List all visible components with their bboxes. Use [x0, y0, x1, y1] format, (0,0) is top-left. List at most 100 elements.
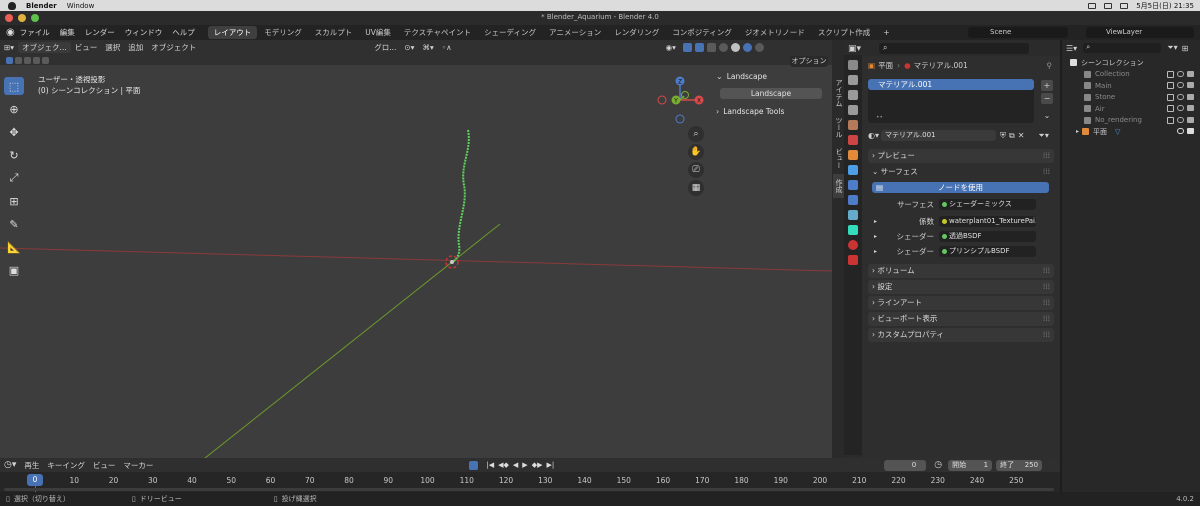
rotate-tool-icon[interactable]: ↻ — [4, 146, 24, 164]
navigation-gizmo[interactable]: Z X Y — [655, 75, 705, 125]
expand-triangle-icon[interactable]: ▸ — [874, 218, 884, 225]
rendered-shading-icon[interactable] — [754, 43, 764, 52]
fake-user-icon[interactable]: ⛨ — [1000, 131, 1006, 141]
add-slot-button[interactable]: + — [1041, 80, 1053, 91]
menu-object[interactable]: オブジェクト — [147, 42, 200, 53]
exclude-checkbox[interactable] — [1167, 82, 1174, 89]
perspective-grid-icon[interactable]: ▦ — [688, 180, 704, 196]
measure-tool-icon[interactable]: 📐 — [4, 238, 24, 256]
select-extend-icon[interactable] — [15, 56, 22, 64]
exclude-checkbox[interactable] — [1167, 105, 1174, 112]
outliner-item[interactable]: Collection — [1062, 69, 1200, 81]
list-resize-grip-icon[interactable]: •• — [876, 114, 883, 121]
material-shading-icon[interactable] — [742, 43, 752, 52]
fac-input-field[interactable]: waterplant01_TexturePai... — [939, 215, 1036, 227]
tab-geometry-nodes[interactable]: ジオメトリノード — [739, 26, 811, 39]
exclude-checkbox[interactable] — [1167, 93, 1174, 101]
menu-keying[interactable]: キーイング — [43, 460, 89, 471]
tab-uv-editing[interactable]: UV編集 — [359, 26, 397, 39]
scene-tab-icon[interactable] — [848, 120, 858, 130]
filter-icon[interactable]: ⏷▾ — [1167, 43, 1177, 53]
section-preview[interactable]: › プレビュー ⁞⁞⁞ — [868, 149, 1054, 163]
mesh-data-icon[interactable]: ▽ — [1115, 128, 1120, 136]
overlay-icon[interactable] — [694, 43, 704, 52]
gizmo-icon[interactable] — [682, 43, 692, 52]
view-layer-selector[interactable]: ViewLayer — [1086, 27, 1194, 38]
exclude-checkbox[interactable] — [1167, 70, 1174, 78]
select-invert-icon[interactable] — [33, 56, 40, 64]
expand-triangle-icon[interactable]: ▸ — [874, 248, 884, 255]
outliner-item[interactable]: No_rendering — [1062, 115, 1200, 127]
section-volume[interactable]: › ボリューム ⁞⁞⁞ — [868, 264, 1054, 278]
stopwatch-icon[interactable]: ◷ — [934, 460, 942, 470]
filter-icon[interactable]: ⏷▾ — [1038, 131, 1048, 141]
apple-icon[interactable] — [8, 1, 16, 10]
shader2-field[interactable]: プリンシプルBSDF — [939, 245, 1036, 257]
snap-icon[interactable]: ⌘▾ — [418, 43, 437, 52]
pan-hand-icon[interactable]: ✋ — [688, 144, 704, 160]
surface-shader-field[interactable]: シェーダーミックス — [939, 198, 1036, 210]
expand-triangle-icon[interactable]: ▸ — [1076, 128, 1079, 135]
cursor-tool-icon[interactable]: ⊕ — [4, 100, 24, 118]
tab-modeling[interactable]: モデリング — [258, 26, 308, 39]
visibility-icon[interactable]: ◉▾ — [662, 43, 680, 52]
scene-selector[interactable]: Scene — [968, 27, 1068, 38]
material-slots-list[interactable]: マテリアル.001 •• — [868, 79, 1034, 123]
jump-start-icon[interactable]: |◀ — [486, 461, 494, 469]
mode-selector[interactable]: オブジェク... — [18, 42, 71, 53]
texture-tab-icon[interactable] — [848, 255, 858, 265]
menu-view[interactable]: ビュー — [71, 42, 102, 53]
end-frame-field[interactable]: 終了 250 — [996, 459, 1043, 471]
new-collection-icon[interactable]: ⊞ — [1182, 44, 1189, 53]
menu-tl-view[interactable]: ビュー — [89, 460, 120, 471]
transform-orientation[interactable]: グロ... — [370, 42, 400, 53]
eye-icon[interactable] — [1177, 93, 1184, 100]
menu-marker[interactable]: マーカー — [119, 460, 157, 471]
menu-render[interactable]: レンダー — [80, 27, 120, 38]
material-browse-icon[interactable]: ◐▾ — [868, 131, 879, 140]
outliner-item[interactable]: Stone — [1062, 92, 1200, 104]
chevron-right-icon[interactable]: › — [716, 107, 719, 116]
menu-edit[interactable]: 編集 — [55, 27, 80, 38]
camera-icon[interactable] — [1187, 116, 1194, 123]
options-button[interactable]: オプション — [790, 56, 828, 67]
control-center-icon[interactable] — [1120, 2, 1129, 9]
solid-shading-icon[interactable] — [730, 43, 740, 52]
chevron-down-icon[interactable]: ⌄ — [716, 72, 723, 81]
mac-window-menu[interactable]: Window — [67, 2, 95, 10]
select-intersect-icon[interactable] — [42, 56, 49, 64]
tab-layout[interactable]: レイアウト — [207, 26, 258, 39]
material-name-field[interactable]: マテリアル.001 — [881, 130, 996, 141]
transform-tool-icon[interactable]: ⊞ — [4, 192, 24, 210]
particles-tab-icon[interactable] — [848, 180, 858, 190]
shader1-field[interactable]: 透過BSDF — [939, 230, 1036, 242]
constraints-tab-icon[interactable] — [848, 210, 858, 220]
move-tool-icon[interactable]: ✥ — [4, 123, 24, 141]
menu-file[interactable]: ファイル — [15, 27, 55, 38]
play-reverse-icon[interactable]: ◀ — [513, 461, 518, 469]
section-surface[interactable]: ⌄ サーフェス ⁞⁞⁞ — [868, 165, 1054, 179]
modifier-tab-icon[interactable] — [848, 165, 858, 175]
scene-collection-row[interactable]: シーンコレクション — [1062, 57, 1200, 69]
menu-select[interactable]: 選択 — [101, 42, 124, 53]
eye-icon[interactable] — [1177, 105, 1184, 111]
tab-scripting[interactable]: スクリプト作成 — [812, 26, 877, 39]
material-slot-item[interactable]: マテリアル.001 — [868, 79, 1034, 90]
output-tab-icon[interactable] — [848, 90, 858, 100]
outliner-item[interactable]: Air — [1062, 103, 1200, 115]
outliner-editor-icon[interactable]: ☰▾ — [1066, 44, 1077, 53]
outliner-search-input[interactable]: ⌕ — [1083, 43, 1162, 53]
camera-icon[interactable] — [1187, 82, 1194, 88]
tab-compositing[interactable]: コンポジティング — [666, 26, 738, 39]
data-tab-icon[interactable] — [848, 225, 858, 235]
select-box-tool-icon[interactable]: ⬚ — [4, 77, 24, 95]
select-new-icon[interactable] — [6, 56, 13, 64]
object-tab-icon[interactable] — [848, 150, 858, 160]
annotate-tool-icon[interactable]: ✎ — [4, 215, 24, 233]
camera-icon[interactable] — [1187, 105, 1194, 111]
play-icon[interactable]: ▶ — [522, 461, 527, 469]
pin-icon[interactable]: ⚲ — [1047, 61, 1053, 70]
proportional-edit-icon[interactable]: ◦∧ — [438, 43, 456, 52]
eye-icon[interactable] — [1177, 116, 1184, 123]
zoom-icon[interactable]: ⌕ — [688, 126, 704, 142]
